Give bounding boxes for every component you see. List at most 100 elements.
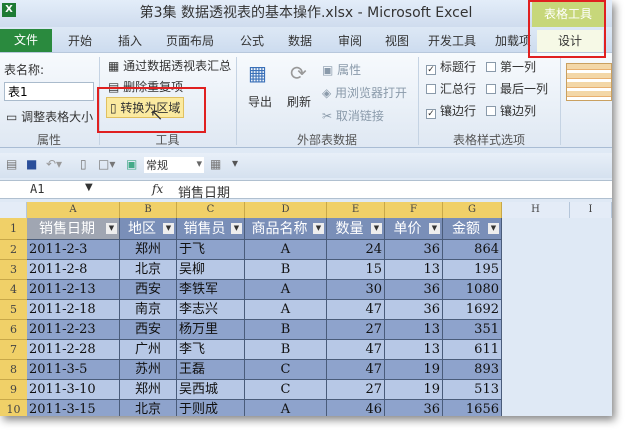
table-cell[interactable]: 2011-2-13 [27, 280, 120, 300]
table-cell[interactable]: 李铁军 [177, 280, 245, 300]
table-cell[interactable]: 2011-3-15 [27, 400, 120, 416]
table-cell[interactable]: 893 [443, 360, 502, 380]
table-cell[interactable]: 611 [443, 340, 502, 360]
column-header-e[interactable]: E [327, 202, 385, 218]
table-cell[interactable]: 1080 [443, 280, 502, 300]
unlink-button[interactable]: ✂ 取消链接 [322, 107, 384, 124]
table-cell[interactable]: 13 [385, 320, 443, 340]
table-cell[interactable]: 李志兴 [177, 300, 245, 320]
row-header-3[interactable]: 3 [0, 260, 27, 280]
insert-function-icon[interactable]: fx [152, 182, 163, 196]
column-header-d[interactable]: D [245, 202, 327, 218]
format-icon[interactable]: ▦ [210, 157, 221, 171]
table-header-cell[interactable]: 金额 ▼ [443, 218, 502, 240]
table-cell[interactable]: 13 [385, 340, 443, 360]
table-cell[interactable]: 47 [327, 340, 385, 360]
row-header-7[interactable]: 7 [0, 340, 27, 360]
table-cell[interactable]: 南京 [120, 300, 177, 320]
filter-dropdown-icon[interactable]: ▼ [313, 223, 324, 234]
tab-data[interactable]: 数据 [288, 30, 312, 52]
table-cell[interactable]: 24 [327, 240, 385, 260]
table-cell[interactable]: 19 [385, 360, 443, 380]
column-header-a[interactable]: A [27, 202, 120, 218]
table-cell[interactable]: 36 [385, 400, 443, 416]
table-cell[interactable]: 47 [327, 360, 385, 380]
table-cell[interactable]: 36 [385, 280, 443, 300]
tab-addins[interactable]: 加载项 [495, 30, 531, 52]
column-header-i[interactable]: I [570, 202, 612, 218]
new-icon[interactable]: ▯ [80, 157, 87, 171]
table-cell[interactable]: 1656 [443, 400, 502, 416]
table-cell[interactable]: 西安 [120, 280, 177, 300]
tab-insert[interactable]: 插入 [118, 30, 142, 52]
table-cell[interactable]: 2011-2-8 [27, 260, 120, 280]
table-cell[interactable]: 北京 [120, 260, 177, 280]
banded-rows-checkbox[interactable]: ✓ 镶边行 [426, 102, 476, 119]
table-cell[interactable]: B [245, 340, 327, 360]
tab-developer[interactable]: 开发工具 [428, 30, 476, 52]
filter-dropdown-icon[interactable]: ▼ [231, 223, 242, 234]
filter-dropdown-icon[interactable]: ▼ [163, 223, 174, 234]
table-cell[interactable]: 苏州 [120, 360, 177, 380]
last-column-checkbox[interactable]: 最后一列 [486, 80, 548, 97]
table-cell[interactable]: 2011-3-10 [27, 380, 120, 400]
table-cell[interactable]: 郑州 [120, 380, 177, 400]
tab-page-layout[interactable]: 页面布局 [166, 30, 214, 52]
tab-home[interactable]: 开始 [68, 30, 92, 52]
table-cell[interactable]: 36 [385, 300, 443, 320]
table-header-cell[interactable]: 地区 ▼ [120, 218, 177, 240]
row-header-8[interactable]: 8 [0, 360, 27, 380]
table-cell[interactable]: 北京 [120, 400, 177, 416]
table-cell[interactable]: 46 [327, 400, 385, 416]
border-icon[interactable]: □▾ [98, 157, 115, 171]
row-header-1[interactable]: 1 [0, 218, 27, 240]
row-header-10[interactable]: 10 [0, 400, 27, 416]
properties-button[interactable]: ▣ 属性 [322, 61, 361, 78]
row-header-5[interactable]: 5 [0, 300, 27, 320]
table-cell[interactable]: A [245, 300, 327, 320]
summarize-pivot-button[interactable]: ▦ 通过数据透视表汇总 [108, 57, 231, 74]
table-cell[interactable]: 于飞 [177, 240, 245, 260]
export-button[interactable]: 导出 [248, 93, 272, 110]
header-row-checkbox[interactable]: ✓ 标题行 [426, 58, 476, 75]
table-cell[interactable]: 郑州 [120, 240, 177, 260]
table-cell[interactable]: 王磊 [177, 360, 245, 380]
tab-review[interactable]: 审阅 [338, 30, 362, 52]
row-header-4[interactable]: 4 [0, 280, 27, 300]
open-in-browser-button[interactable]: ◈ 用浏览器打开 [322, 84, 407, 101]
resize-table-button[interactable]: ▭ 调整表格大小 [6, 108, 93, 125]
table-cell[interactable]: A [245, 400, 327, 416]
table-cell[interactable]: 27 [327, 380, 385, 400]
table-cell[interactable]: 864 [443, 240, 502, 260]
table-cell[interactable]: 13 [385, 260, 443, 280]
filter-dropdown-icon[interactable]: ▼ [106, 223, 117, 234]
table-cell[interactable]: 2011-2-28 [27, 340, 120, 360]
filter-dropdown-icon[interactable]: ▼ [429, 223, 440, 234]
table-cell[interactable]: A [245, 280, 327, 300]
tab-formulas[interactable]: 公式 [240, 30, 264, 52]
table-cell[interactable]: 吴柳 [177, 260, 245, 280]
table-header-cell[interactable]: 商品名称 ▼ [245, 218, 327, 240]
table-cell[interactable]: A [245, 240, 327, 260]
table-cell[interactable]: 2011-2-18 [27, 300, 120, 320]
table-name-input[interactable]: 表1 [4, 82, 94, 101]
chevron-down-icon[interactable]: ▼ [85, 182, 93, 193]
table-cell[interactable]: 西安 [120, 320, 177, 340]
table-cell[interactable]: 2011-2-23 [27, 320, 120, 340]
total-row-checkbox[interactable]: 汇总行 [426, 80, 476, 97]
table-cell[interactable]: 杨万里 [177, 320, 245, 340]
table-header-cell[interactable]: 销售日期 ▼ [27, 218, 120, 240]
column-header-g[interactable]: G [443, 202, 502, 218]
table-header-cell[interactable]: 销售员 ▼ [177, 218, 245, 240]
refresh-icon[interactable]: ▣ [126, 157, 137, 171]
column-header-b[interactable]: B [120, 202, 177, 218]
row-header-2[interactable]: 2 [0, 240, 27, 260]
first-column-checkbox[interactable]: 第一列 [486, 58, 536, 75]
refresh-button[interactable]: 刷新 [287, 93, 311, 110]
table-cell[interactable]: 195 [443, 260, 502, 280]
table-cell[interactable]: 广州 [120, 340, 177, 360]
name-box[interactable]: A1 [30, 182, 44, 196]
table-cell[interactable]: C [245, 360, 327, 380]
table-header-cell[interactable]: 单价 ▼ [385, 218, 443, 240]
table-cell[interactable]: 李飞 [177, 340, 245, 360]
